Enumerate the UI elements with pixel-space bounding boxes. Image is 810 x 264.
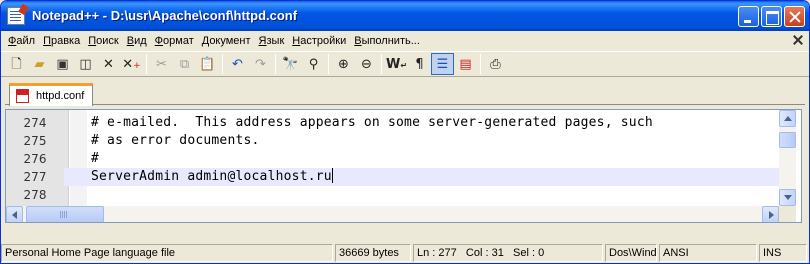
vertical-scroll-thumb[interactable]	[779, 132, 796, 148]
menu-document[interactable]: Документ	[198, 35, 255, 47]
menu-settings[interactable]: Настройки	[288, 35, 350, 47]
menu-edit[interactable]: Правка	[39, 35, 84, 47]
horizontal-scroll-thumb[interactable]	[26, 206, 104, 222]
menu-run[interactable]: Выполнить...	[350, 35, 424, 47]
close-all-icon[interactable]: ✕+	[120, 53, 143, 75]
scroll-right-button[interactable]	[762, 206, 779, 222]
toolbar-separator	[146, 54, 147, 74]
cut-icon[interactable]: ✂	[150, 53, 173, 75]
zoom-out-icon[interactable]: ⊖	[355, 53, 378, 75]
menu-language[interactable]: Язык	[255, 35, 289, 47]
status-length: 36669 bytes	[335, 244, 411, 262]
maximize-button[interactable]	[761, 6, 782, 27]
notepad-app-icon[interactable]	[7, 7, 25, 25]
scroll-down-button[interactable]	[779, 189, 796, 206]
scroll-left-button[interactable]	[6, 206, 23, 222]
line-text[interactable]: ServerAdmin admin@localhost.ru	[91, 169, 332, 184]
line-text-container[interactable]: ServerAdmin admin@localhost.ru	[91, 168, 333, 186]
user-lang-icon[interactable]: ▤	[454, 53, 477, 75]
zoom-in-icon[interactable]: ⊕	[332, 53, 355, 75]
menu-file[interactable]: Файл	[4, 35, 39, 47]
arrow-right-icon	[769, 211, 774, 219]
tab-httpd-conf[interactable]: httpd.conf	[9, 83, 93, 106]
editor-pane[interactable]: 274 # e-mailed. This address appears on …	[5, 109, 802, 223]
close-document-icon[interactable]	[792, 34, 804, 46]
copy-icon[interactable]: ⧉	[173, 53, 196, 75]
paste-icon[interactable]: 📋	[196, 53, 219, 75]
status-eol: Dos\Windows	[605, 244, 657, 262]
line-number: 278	[6, 186, 64, 204]
arrow-left-icon	[12, 211, 17, 219]
scroll-up-button[interactable]	[779, 110, 796, 127]
arrow-down-icon	[784, 195, 792, 200]
toolbar-separator	[328, 54, 329, 74]
minimize-button[interactable]	[738, 6, 759, 27]
close-icon[interactable]: ✕	[97, 53, 120, 75]
replace-icon[interactable]: ⚲	[302, 53, 325, 75]
show-all-chars-icon[interactable]: ¶	[408, 53, 431, 75]
menu-format[interactable]: Формат	[151, 35, 198, 47]
menu-view[interactable]: Вид	[123, 35, 151, 47]
editor-current-line[interactable]: 277 ServerAdmin admin@localhost.ru	[6, 168, 779, 186]
find-icon[interactable]: 🔭	[279, 53, 302, 75]
saved-file-icon	[16, 89, 29, 103]
new-file-icon[interactable]: 🗋	[5, 53, 28, 75]
editor-line[interactable]: 274 # e-mailed. This address appears on …	[6, 114, 779, 132]
tab-label: httpd.conf	[36, 90, 85, 102]
status-position: Ln : 277 Col : 31 Sel : 0	[413, 244, 603, 262]
line-text[interactable]: # as error documents.	[91, 132, 260, 150]
window-title: Notepad++ - D:\usr\Apache\conf\httpd.con…	[32, 8, 298, 23]
editor-lines: 274 # e-mailed. This address appears on …	[6, 114, 779, 204]
word-wrap-icon[interactable]: W↵	[385, 53, 408, 75]
status-file-type: Personal Home Page language file	[1, 244, 333, 262]
notepad-window: Notepad++ - D:\usr\Apache\conf\httpd.con…	[0, 0, 810, 264]
line-number: 276	[6, 150, 64, 168]
line-text[interactable]: # e-mailed. This address appears on some…	[91, 114, 653, 132]
editor-line[interactable]: 276 #	[6, 150, 779, 168]
arrow-up-icon	[784, 116, 792, 121]
document-tab-bar: httpd.conf	[5, 81, 805, 106]
title-bar[interactable]: Notepad++ - D:\usr\Apache\conf\httpd.con…	[1, 1, 809, 31]
save-all-icon[interactable]: ◫	[74, 53, 97, 75]
horizontal-scrollbar[interactable]	[6, 206, 779, 222]
close-window-button[interactable]	[784, 6, 805, 27]
toolbar-separator	[381, 54, 382, 74]
toolbar-separator	[222, 54, 223, 74]
status-insert-mode: INS	[759, 244, 807, 262]
menu-search[interactable]: Поиск	[84, 35, 122, 47]
redo-icon[interactable]: ↷	[249, 53, 272, 75]
save-icon[interactable]: ▣	[51, 53, 74, 75]
vertical-scrollbar[interactable]	[779, 110, 796, 206]
line-number: 275	[6, 132, 64, 150]
toolbar-separator	[275, 54, 276, 74]
editor-line[interactable]: 275 # as error documents.	[6, 132, 779, 150]
line-number: 274	[6, 114, 64, 132]
status-bar: Personal Home Page language file 36669 b…	[1, 242, 809, 263]
toolbar: 🗋 ▰ ▣ ◫ ✕ ✕+ ✂ ⧉ 📋 ↶ ↷ 🔭 ⚲ ⊕ ⊖ W↵ ¶ ☰ ▤ …	[1, 51, 809, 77]
text-caret	[331, 168, 333, 183]
line-text[interactable]: #	[91, 150, 99, 168]
line-number: 277	[6, 168, 64, 186]
toolbar-separator	[480, 54, 481, 74]
open-file-icon[interactable]: ▰	[28, 53, 51, 75]
status-encoding: ANSI	[659, 244, 757, 262]
indent-guide-icon[interactable]: ☰	[431, 53, 454, 75]
editor-line[interactable]: 278	[6, 186, 779, 204]
scrollbar-corner	[779, 206, 796, 222]
undo-icon[interactable]: ↶	[226, 53, 249, 75]
print-icon[interactable]: ⎙	[484, 53, 507, 75]
menu-bar: Файл Правка Поиск Вид Формат Документ Яз…	[1, 31, 809, 50]
